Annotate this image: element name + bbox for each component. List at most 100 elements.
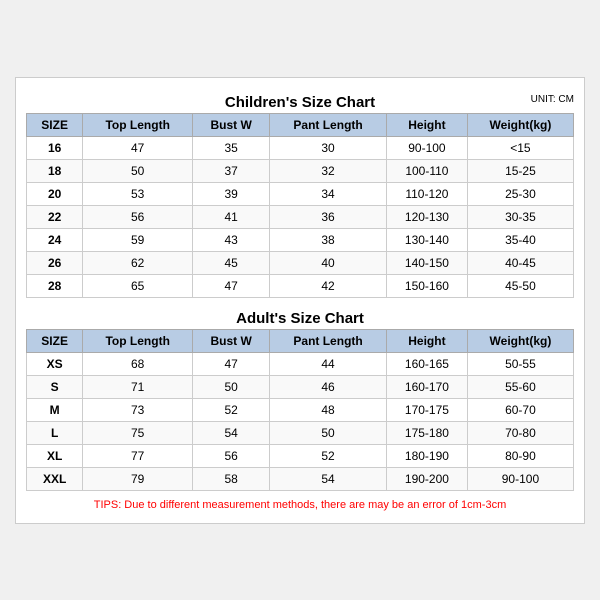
table-row: XXL795854190-20090-100 — [27, 467, 574, 490]
table-row: XL775652180-19080-90 — [27, 444, 574, 467]
table-cell: 35 — [193, 136, 270, 159]
table-cell: 62 — [83, 251, 193, 274]
table-cell: 170-175 — [386, 398, 467, 421]
table-row: L755450175-18070-80 — [27, 421, 574, 444]
table-cell: 175-180 — [386, 421, 467, 444]
table-cell: 70-80 — [467, 421, 573, 444]
table-row: 26624540140-15040-45 — [27, 251, 574, 274]
table-cell: 120-130 — [386, 205, 467, 228]
table-cell: 30 — [270, 136, 387, 159]
table-cell: 73 — [83, 398, 193, 421]
adult-title-text: Adult's Size Chart — [236, 310, 364, 327]
children-table: SIZE Top Length Bust W Pant Length Heigh… — [26, 113, 574, 298]
table-cell: 180-190 — [386, 444, 467, 467]
table-cell: 100-110 — [386, 159, 467, 182]
table-cell: 130-140 — [386, 228, 467, 251]
table-cell: <15 — [467, 136, 573, 159]
col-header-bust-w-adult: Bust W — [193, 329, 270, 352]
table-cell: 45 — [193, 251, 270, 274]
table-cell: 24 — [27, 228, 83, 251]
adult-section-title: Adult's Size Chart — [26, 304, 574, 329]
table-cell: 40-45 — [467, 251, 573, 274]
table-cell: 110-120 — [386, 182, 467, 205]
table-cell: XXL — [27, 467, 83, 490]
table-cell: 42 — [270, 274, 387, 297]
tips-text: TIPS: Due to different measurement metho… — [26, 497, 574, 513]
unit-label: UNIT: CM — [531, 94, 574, 105]
table-cell: 58 — [193, 467, 270, 490]
col-header-weight-adult: Weight(kg) — [467, 329, 573, 352]
col-header-top-length: Top Length — [83, 113, 193, 136]
table-cell: 59 — [83, 228, 193, 251]
table-cell: 160-170 — [386, 375, 467, 398]
children-section-title: Children's Size Chart UNIT: CM — [26, 88, 574, 113]
table-cell: 30-35 — [467, 205, 573, 228]
col-header-top-length-adult: Top Length — [83, 329, 193, 352]
table-row: 22564136120-13030-35 — [27, 205, 574, 228]
table-cell: 26 — [27, 251, 83, 274]
table-cell: XS — [27, 352, 83, 375]
table-cell: 47 — [193, 274, 270, 297]
table-cell: 32 — [270, 159, 387, 182]
children-header-row: SIZE Top Length Bust W Pant Length Heigh… — [27, 113, 574, 136]
table-cell: 41 — [193, 205, 270, 228]
table-cell: 77 — [83, 444, 193, 467]
table-cell: 54 — [270, 467, 387, 490]
table-row: M735248170-17560-70 — [27, 398, 574, 421]
table-cell: 40 — [270, 251, 387, 274]
table-cell: 46 — [270, 375, 387, 398]
table-cell: 60-70 — [467, 398, 573, 421]
table-cell: 50 — [270, 421, 387, 444]
table-cell: 36 — [270, 205, 387, 228]
table-cell: 190-200 — [386, 467, 467, 490]
table-cell: 52 — [270, 444, 387, 467]
table-cell: 50-55 — [467, 352, 573, 375]
table-cell: 55-60 — [467, 375, 573, 398]
table-cell: S — [27, 375, 83, 398]
table-cell: 47 — [193, 352, 270, 375]
table-cell: 56 — [83, 205, 193, 228]
table-row: S715046160-17055-60 — [27, 375, 574, 398]
table-cell: L — [27, 421, 83, 444]
table-cell: 150-160 — [386, 274, 467, 297]
col-header-size-adult: SIZE — [27, 329, 83, 352]
adult-table: SIZE Top Length Bust W Pant Length Heigh… — [26, 329, 574, 491]
col-header-size: SIZE — [27, 113, 83, 136]
table-row: 28654742150-16045-50 — [27, 274, 574, 297]
table-cell: 35-40 — [467, 228, 573, 251]
table-cell: 75 — [83, 421, 193, 444]
table-row: 18503732100-11015-25 — [27, 159, 574, 182]
table-cell: 68 — [83, 352, 193, 375]
table-cell: 16 — [27, 136, 83, 159]
table-cell: 25-30 — [467, 182, 573, 205]
table-row: 24594338130-14035-40 — [27, 228, 574, 251]
table-cell: 65 — [83, 274, 193, 297]
table-cell: 39 — [193, 182, 270, 205]
table-cell: 140-150 — [386, 251, 467, 274]
adult-header-row: SIZE Top Length Bust W Pant Length Heigh… — [27, 329, 574, 352]
table-cell: 37 — [193, 159, 270, 182]
table-cell: 79 — [83, 467, 193, 490]
table-row: XS684744160-16550-55 — [27, 352, 574, 375]
col-header-pant-length: Pant Length — [270, 113, 387, 136]
table-cell: 52 — [193, 398, 270, 421]
table-cell: 56 — [193, 444, 270, 467]
table-cell: 50 — [193, 375, 270, 398]
table-cell: 28 — [27, 274, 83, 297]
col-header-weight: Weight(kg) — [467, 113, 573, 136]
table-cell: 45-50 — [467, 274, 573, 297]
table-cell: 38 — [270, 228, 387, 251]
table-cell: 34 — [270, 182, 387, 205]
col-header-bust-w: Bust W — [193, 113, 270, 136]
table-cell: 80-90 — [467, 444, 573, 467]
col-header-height: Height — [386, 113, 467, 136]
table-cell: M — [27, 398, 83, 421]
table-cell: 54 — [193, 421, 270, 444]
table-cell: 20 — [27, 182, 83, 205]
table-cell: 18 — [27, 159, 83, 182]
table-cell: 90-100 — [467, 467, 573, 490]
table-cell: 71 — [83, 375, 193, 398]
chart-container: Children's Size Chart UNIT: CM SIZE Top … — [15, 77, 585, 524]
table-cell: XL — [27, 444, 83, 467]
table-cell: 22 — [27, 205, 83, 228]
